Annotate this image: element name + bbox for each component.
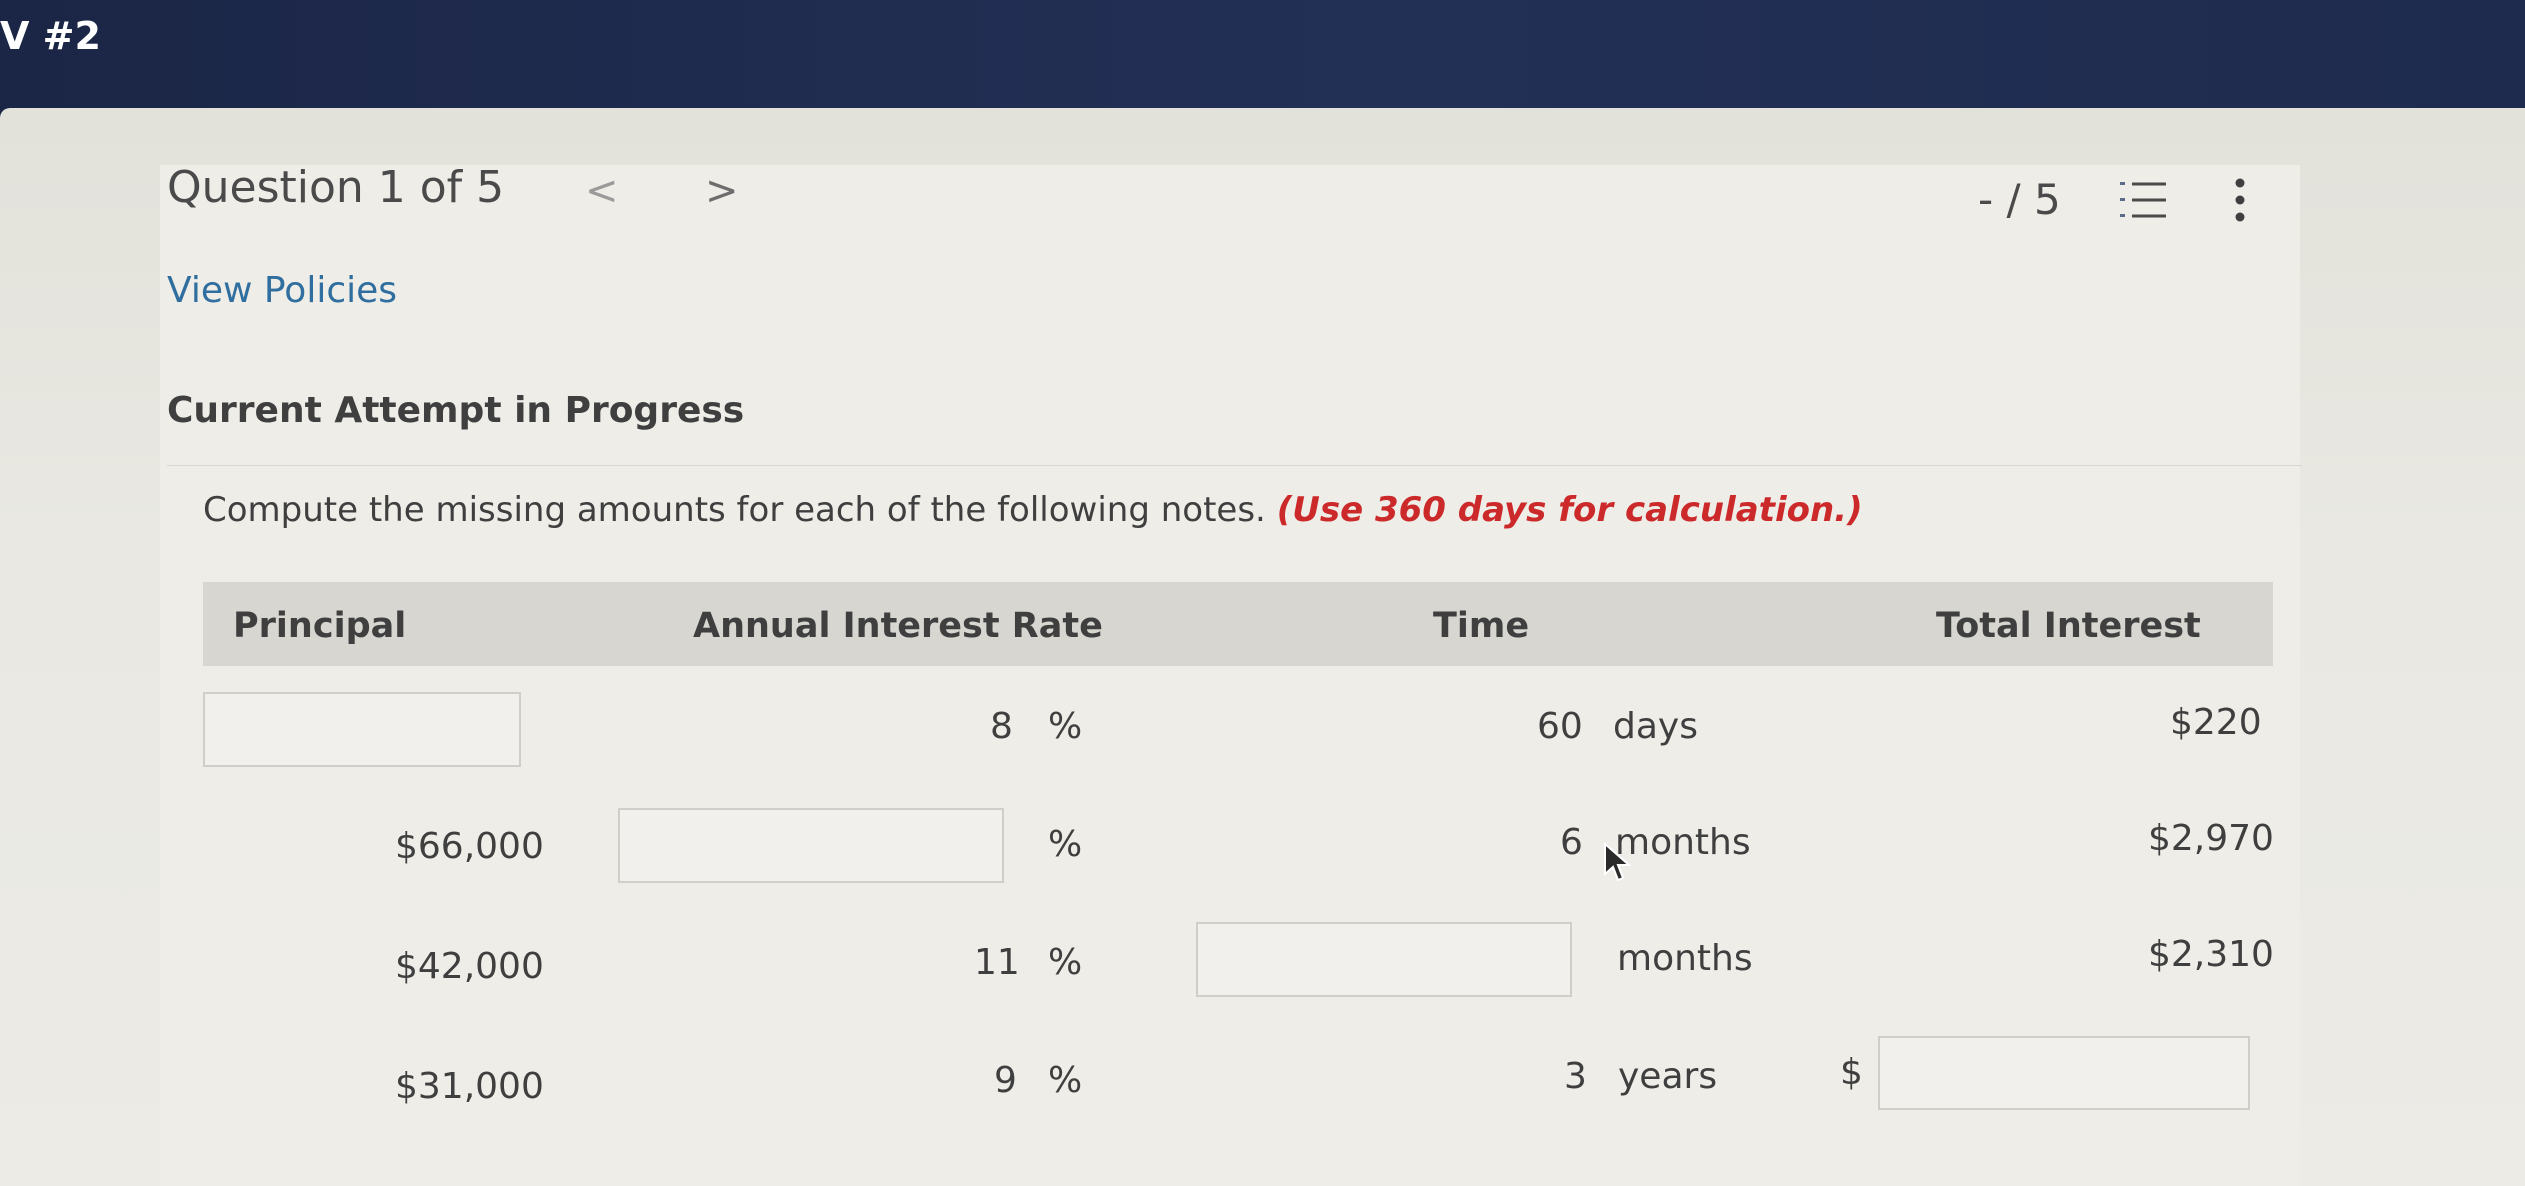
- attempt-heading: Current Attempt in Progress: [167, 390, 745, 431]
- header-principal: Principal: [233, 606, 407, 646]
- mouse-pointer-icon: [1604, 842, 1631, 882]
- header-total-interest: Total Interest: [1936, 606, 2201, 646]
- rate-value-row-4: 9: [994, 1060, 1017, 1101]
- interest-input-row-4[interactable]: [1878, 1036, 2250, 1110]
- time-unit-row-4: years: [1618, 1056, 1718, 1097]
- rate-unit-row-3: %: [1048, 942, 1083, 983]
- rate-unit-row-4: %: [1048, 1060, 1083, 1101]
- header-annual-interest-rate: Annual Interest Rate: [693, 606, 1103, 646]
- rate-input-row-2[interactable]: [618, 808, 1004, 883]
- principal-value-row-3: $42,000: [395, 946, 544, 987]
- rate-unit-row-2: %: [1048, 824, 1083, 865]
- principal-input-row-1[interactable]: [203, 692, 521, 767]
- time-value-row-2: 6: [1560, 822, 1583, 863]
- chevron-left-icon[interactable]: <: [585, 168, 619, 214]
- numbered-list-icon[interactable]: [2120, 180, 2166, 220]
- instructions-text: Compute the missing amounts for each of …: [203, 490, 1266, 530]
- window-title: V #2: [0, 14, 101, 58]
- rate-value-row-1: 8: [990, 706, 1013, 747]
- score-display: - / 5: [1978, 175, 2061, 224]
- chevron-right-icon[interactable]: >: [705, 168, 739, 214]
- interest-value-row-2: $2,970: [2148, 818, 2274, 859]
- view-policies-link[interactable]: View Policies: [167, 270, 397, 311]
- vertical-dots-icon[interactable]: [2230, 178, 2250, 222]
- time-input-row-3[interactable]: [1196, 922, 1572, 997]
- header-time: Time: [1433, 606, 1530, 646]
- interest-value-row-1: $220: [2170, 702, 2262, 743]
- time-unit-row-1: days: [1613, 706, 1698, 747]
- section-divider: [167, 465, 2302, 466]
- instructions-note: (Use 360 days for calculation.): [1276, 490, 1863, 530]
- time-unit-row-3: months: [1617, 938, 1753, 979]
- interest-value-row-3: $2,310: [2148, 934, 2274, 975]
- principal-value-row-2: $66,000: [395, 826, 544, 867]
- time-value-row-4: 3: [1564, 1056, 1587, 1097]
- question-counter: Question 1 of 5: [167, 162, 505, 213]
- time-unit-row-2: months: [1615, 822, 1751, 863]
- top-banner: V #2: [0, 0, 2525, 118]
- principal-value-row-4: $31,000: [395, 1066, 544, 1107]
- instructions: Compute the missing amounts for each of …: [203, 490, 1863, 530]
- rate-unit-row-1: %: [1048, 706, 1083, 747]
- table-header: Principal Annual Interest Rate Time Tota…: [203, 582, 2273, 666]
- time-value-row-1: 60: [1537, 706, 1583, 747]
- question-panel: [160, 165, 2300, 1186]
- rate-value-row-3: 11: [974, 942, 1020, 983]
- interest-prefix-row-4: $: [1840, 1052, 1863, 1093]
